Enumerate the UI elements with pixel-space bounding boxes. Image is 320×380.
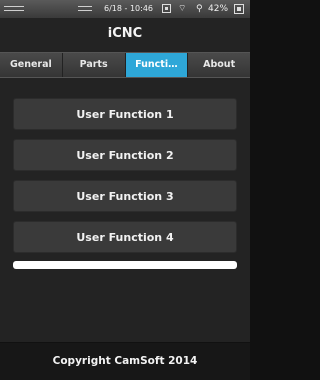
- wifi-icon: ⌔: [178, 4, 187, 14]
- tab-parts[interactable]: Parts: [62, 53, 126, 77]
- battery-level: 42%: [208, 4, 229, 14]
- battery-icon: [234, 4, 244, 14]
- text-input[interactable]: [13, 261, 237, 269]
- tab-about[interactable]: About: [188, 53, 250, 77]
- user-function-3-button[interactable]: User Function 3: [13, 180, 237, 212]
- user-function-2-button[interactable]: User Function 2: [13, 139, 237, 171]
- tab-functions[interactable]: Functi…: [125, 53, 189, 77]
- user-function-1-button[interactable]: User Function 1: [13, 98, 237, 130]
- status-time: 6/18 - 10:46: [104, 4, 153, 13]
- functions-panel: User Function 1 User Function 2 User Fun…: [0, 80, 250, 342]
- app-screen: 6/18 - 10:46 ⌔ ⚲ 42% iCNC General Parts …: [0, 0, 250, 380]
- app-title: iCNC: [0, 18, 250, 50]
- user-function-4-button[interactable]: User Function 4: [13, 221, 237, 253]
- tab-bar: General Parts Functi… About: [0, 52, 250, 78]
- location-icon: ⚲: [196, 4, 203, 14]
- tab-general[interactable]: General: [0, 53, 63, 77]
- copyright-footer: Copyright CamSoft 2014: [0, 342, 250, 380]
- status-bar: 6/18 - 10:46 ⌔ ⚲ 42%: [0, 0, 250, 18]
- screenshot-icon: [162, 4, 171, 13]
